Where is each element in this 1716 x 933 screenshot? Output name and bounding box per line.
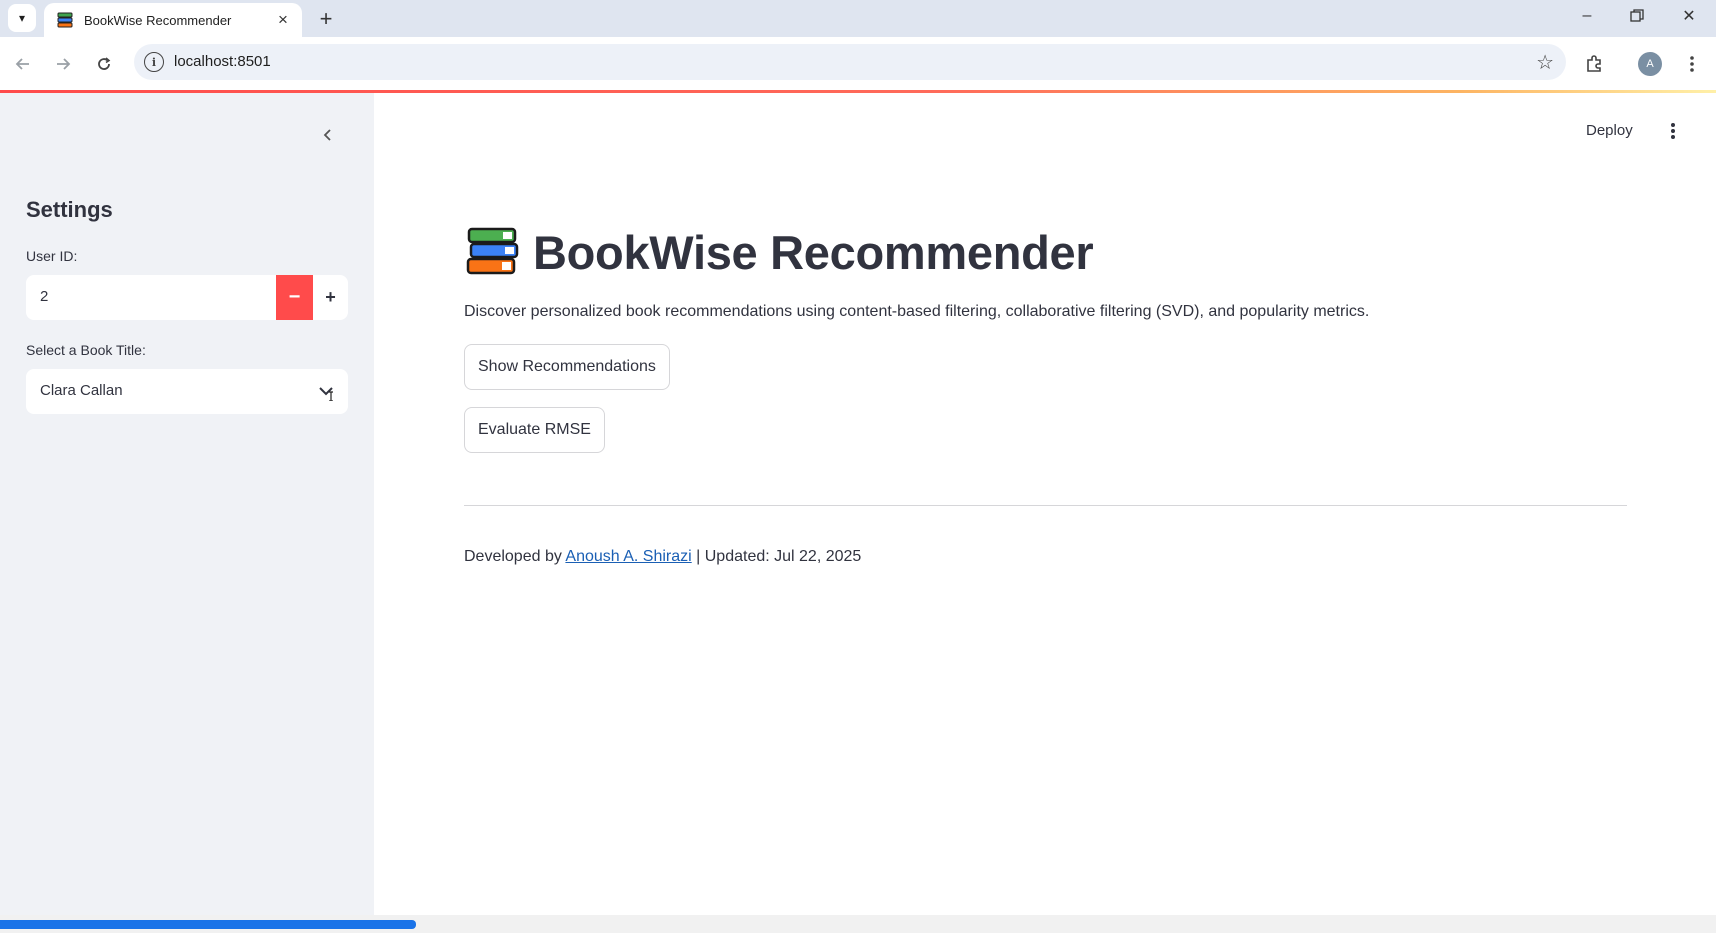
tab-title: BookWise Recommender: [84, 12, 232, 28]
restore-icon[interactable]: [1614, 0, 1660, 32]
close-window-icon[interactable]: ✕: [1666, 0, 1712, 32]
user-id-label: User ID:: [26, 248, 78, 264]
plus-icon[interactable]: +: [312, 5, 340, 33]
divider: [464, 505, 1627, 506]
deploy-button[interactable]: Deploy: [1586, 122, 1633, 139]
book-title-select[interactable]: Clara Callan: [26, 369, 348, 414]
star-icon[interactable]: ☆: [1536, 50, 1554, 75]
url-text: localhost:8501: [174, 53, 271, 70]
book-title-value: Clara Callan: [40, 382, 123, 399]
books-favicon-icon: [57, 12, 73, 28]
browser-tab[interactable]: BookWise Recommender ×: [44, 3, 302, 37]
profile-avatar[interactable]: A: [1638, 52, 1662, 76]
puzzle-icon[interactable]: [1580, 48, 1610, 78]
sidebar-title: Settings: [26, 197, 113, 222]
reload-icon[interactable]: [89, 49, 119, 79]
book-title-label: Select a Book Title:: [26, 342, 146, 358]
forward-icon[interactable]: [48, 49, 78, 79]
kebab-icon[interactable]: [1680, 49, 1704, 79]
evaluate-rmse-button[interactable]: Evaluate RMSE: [464, 407, 605, 453]
horizontal-scrollbar[interactable]: [0, 915, 1716, 933]
sidebar: Settings User ID: 2 − + Select a Book Ti…: [0, 93, 374, 915]
main-content: [374, 93, 1716, 915]
address-bar[interactable]: i localhost:8501 ☆: [134, 44, 1566, 80]
increment-button[interactable]: +: [313, 275, 348, 320]
minimize-icon[interactable]: –: [1564, 0, 1610, 32]
close-icon[interactable]: ×: [272, 9, 294, 31]
page-description: Discover personalized book recommendatio…: [464, 303, 1370, 320]
main-menu-icon[interactable]: [1664, 118, 1682, 144]
show-recommendations-button[interactable]: Show Recommendations: [464, 344, 670, 390]
tab-search-icon[interactable]: ▾: [8, 4, 36, 32]
browser-tab-bar: ▾ BookWise Recommender × + – ✕: [0, 0, 1716, 37]
site-info-icon[interactable]: i: [144, 52, 164, 72]
browser-toolbar: i localhost:8501 ☆ A: [0, 37, 1716, 90]
page-title: BookWise Recommender: [533, 225, 1094, 279]
page-header: BookWise Recommender: [465, 222, 1094, 282]
back-icon[interactable]: [8, 49, 38, 79]
scrollbar-thumb[interactable]: [0, 920, 416, 929]
books-icon: [466, 227, 519, 275]
user-id-value[interactable]: 2: [40, 288, 48, 305]
chevron-down-icon[interactable]: [316, 381, 336, 401]
footer-prefix: Developed by: [464, 548, 566, 565]
author-link[interactable]: Anoush A. Shirazi: [565, 548, 691, 565]
footer-suffix: | Updated: Jul 22, 2025: [691, 548, 862, 565]
user-id-number-input[interactable]: 2 − +: [26, 275, 348, 320]
decrement-button[interactable]: −: [276, 275, 313, 320]
chevron-left-icon[interactable]: [316, 123, 340, 147]
footer: Developed by Anoush A. Shirazi | Updated…: [464, 548, 861, 566]
